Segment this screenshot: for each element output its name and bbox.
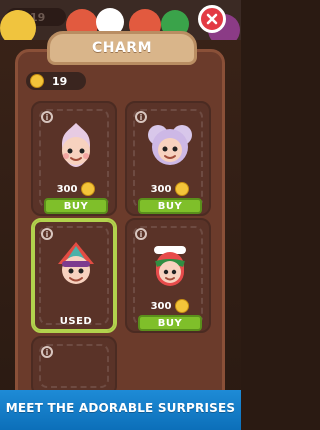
watermelon-character-icon [154,246,186,286]
charm-card-selected[interactable]: i USED [31,218,117,333]
close-icon [206,13,218,25]
price-value: 300 [150,183,172,195]
price: 300 [145,182,195,196]
price: 300 [145,299,195,313]
used-text: USED [59,315,93,327]
coin-icon [175,182,190,196]
price-value: 300 [150,300,172,312]
koala-character-icon [148,125,192,165]
wallet-coin-count: 19 [52,74,68,88]
coin-icon [175,299,190,313]
close-button[interactable] [198,5,226,33]
buy-label: BUY [157,317,183,329]
buy-button[interactable]: BUY [138,198,202,214]
clown-character-icon [58,242,94,284]
promo-banner-text: MEET THE ADORABLE SURPRISES [5,401,236,415]
buy-label: BUY [63,200,89,212]
title-ribbon: CHARM [47,31,197,65]
charm-shop-screen: 19 CHARM 19 i 300 BUY i 300 BUY i USED i… [0,0,241,430]
price: 300 [51,182,101,196]
info-icon[interactable]: i [41,346,53,358]
charm-card[interactable]: i 300 BUY [125,101,211,216]
buy-label: BUY [157,200,183,212]
buy-button[interactable]: BUY [44,198,108,214]
price-value: 300 [56,183,78,195]
charm-card[interactable]: i 300 BUY [125,218,211,333]
coin-icon [81,182,96,196]
wallet-coins: 19 [26,72,86,90]
charm-card-partial[interactable]: i [31,336,117,396]
buy-button[interactable]: BUY [138,315,202,331]
page-title: CHARM [91,40,153,56]
coin-icon [30,74,44,88]
onion-character-icon [62,123,90,167]
charm-card[interactable]: i 300 BUY [31,101,117,216]
used-label: USED [48,313,104,329]
